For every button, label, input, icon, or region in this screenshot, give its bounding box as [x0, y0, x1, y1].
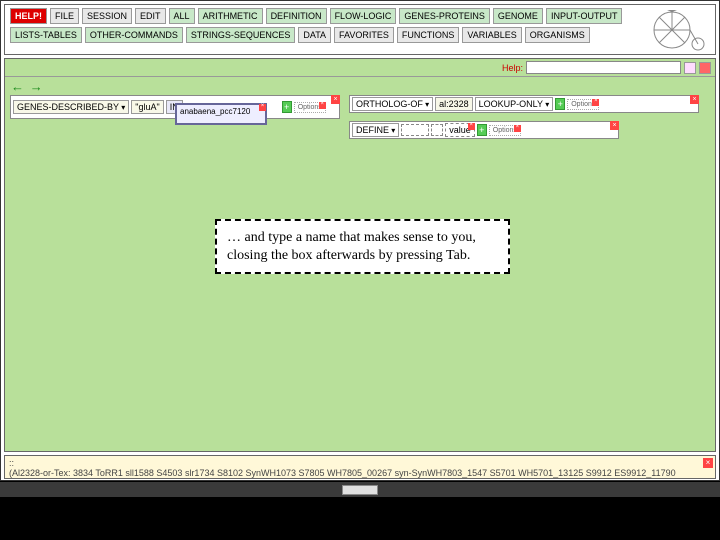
close-icon[interactable]: × [703, 458, 713, 468]
close-icon[interactable]: × [610, 121, 619, 130]
add-icon[interactable]: + [477, 124, 487, 136]
output-text: (Al2328-or-Tex: 3834 ToRR1 sll1588 S4503… [9, 468, 676, 478]
logo-bicycle-icon [652, 10, 707, 52]
menu-session[interactable]: SESSION [82, 8, 132, 24]
menu-variables[interactable]: VARIABLES [462, 27, 521, 43]
workspace-panel: Help: ← → × GENES-DESCRIBED-BY "gluA" IN… [4, 58, 716, 452]
menu-help[interactable]: HELP! [10, 8, 47, 24]
settings-icon[interactable] [684, 62, 696, 74]
scroll-thumb[interactable] [342, 485, 378, 495]
help-label: Help: [502, 63, 523, 73]
help-input[interactable] [526, 61, 681, 74]
menu-arithmetic[interactable]: ARITHMETIC [198, 8, 263, 24]
presentation-background [0, 497, 720, 537]
function-name[interactable]: GENES-DESCRIBED-BY [13, 100, 129, 114]
menu-strings-sequences[interactable]: STRINGS-SEQUENCES [186, 27, 296, 43]
function-name[interactable]: DEFINE [352, 123, 399, 137]
as-slot[interactable] [431, 124, 443, 136]
menu-file[interactable]: FILE [50, 8, 79, 24]
arg-al2328[interactable]: al:2328 [435, 97, 473, 111]
options-label[interactable]: × Options [489, 125, 521, 136]
menu-row-1: HELP! FILE SESSION EDIT ALL ARITHMETIC D… [10, 8, 710, 24]
forward-arrow-icon[interactable]: → [30, 79, 43, 94]
expression-ortholog-of[interactable]: × ORTHOLOG-OF al:2328 LOOKUP-ONLY + × Op… [349, 95, 699, 113]
close-icon[interactable]: × [331, 95, 340, 104]
menu-input-output[interactable]: INPUT-OUTPUT [546, 8, 623, 24]
add-icon[interactable]: + [555, 98, 565, 110]
menu-genes-proteins[interactable]: GENES-PROTEINS [399, 8, 490, 24]
back-arrow-icon[interactable]: ← [11, 79, 24, 94]
options-label[interactable]: × Options [567, 99, 599, 110]
close-icon[interactable] [699, 62, 711, 74]
options-label[interactable]: × Options [294, 102, 326, 113]
close-icon[interactable]: × [259, 104, 266, 111]
close-icon[interactable]: × [468, 123, 475, 130]
menu-row-2: LISTS-TABLES OTHER-COMMANDS STRINGS-SEQU… [10, 27, 710, 43]
menu-all[interactable]: ALL [169, 8, 195, 24]
mode-lookup-only[interactable]: LOOKUP-ONLY [475, 97, 554, 111]
function-name[interactable]: ORTHOLOG-OF [352, 97, 433, 111]
top-menu-panel: HELP! FILE SESSION EDIT ALL ARITHMETIC D… [4, 4, 716, 55]
close-icon[interactable]: × [690, 95, 699, 104]
menu-data[interactable]: DATA [298, 27, 331, 43]
name-input-slot[interactable] [401, 124, 429, 136]
expression-define[interactable]: × DEFINE × value + × Options [349, 121, 619, 139]
menu-functions[interactable]: FUNCTIONS [397, 27, 460, 43]
output-panel: × :: (Al2328-or-Tex: 3834 ToRR1 sll1588 … [4, 455, 716, 479]
menu-definition[interactable]: DEFINITION [266, 8, 327, 24]
arg-glua[interactable]: "gluA" [131, 100, 163, 114]
menu-other-commands[interactable]: OTHER-COMMANDS [85, 27, 183, 43]
menu-favorites[interactable]: FAVORITES [334, 27, 394, 43]
instruction-tooltip: … and type a name that makes sense to yo… [215, 219, 510, 274]
menu-edit[interactable]: EDIT [135, 8, 166, 24]
help-bar: Help: [5, 59, 715, 77]
scrollbar[interactable] [0, 481, 720, 497]
value-slot[interactable]: × value [445, 123, 475, 137]
prompt-marker: :: [9, 458, 14, 468]
menu-genome[interactable]: GENOME [493, 8, 543, 24]
nav-arrows: ← → [11, 79, 46, 94]
menu-flow-logic[interactable]: FLOW-LOGIC [330, 8, 397, 24]
organism-selector[interactable]: × anabaena_pcc7120 [175, 103, 267, 125]
menu-organisms[interactable]: ORGANISMS [525, 27, 590, 43]
menu-lists-tables[interactable]: LISTS-TABLES [10, 27, 82, 43]
add-icon[interactable]: + [282, 101, 292, 113]
